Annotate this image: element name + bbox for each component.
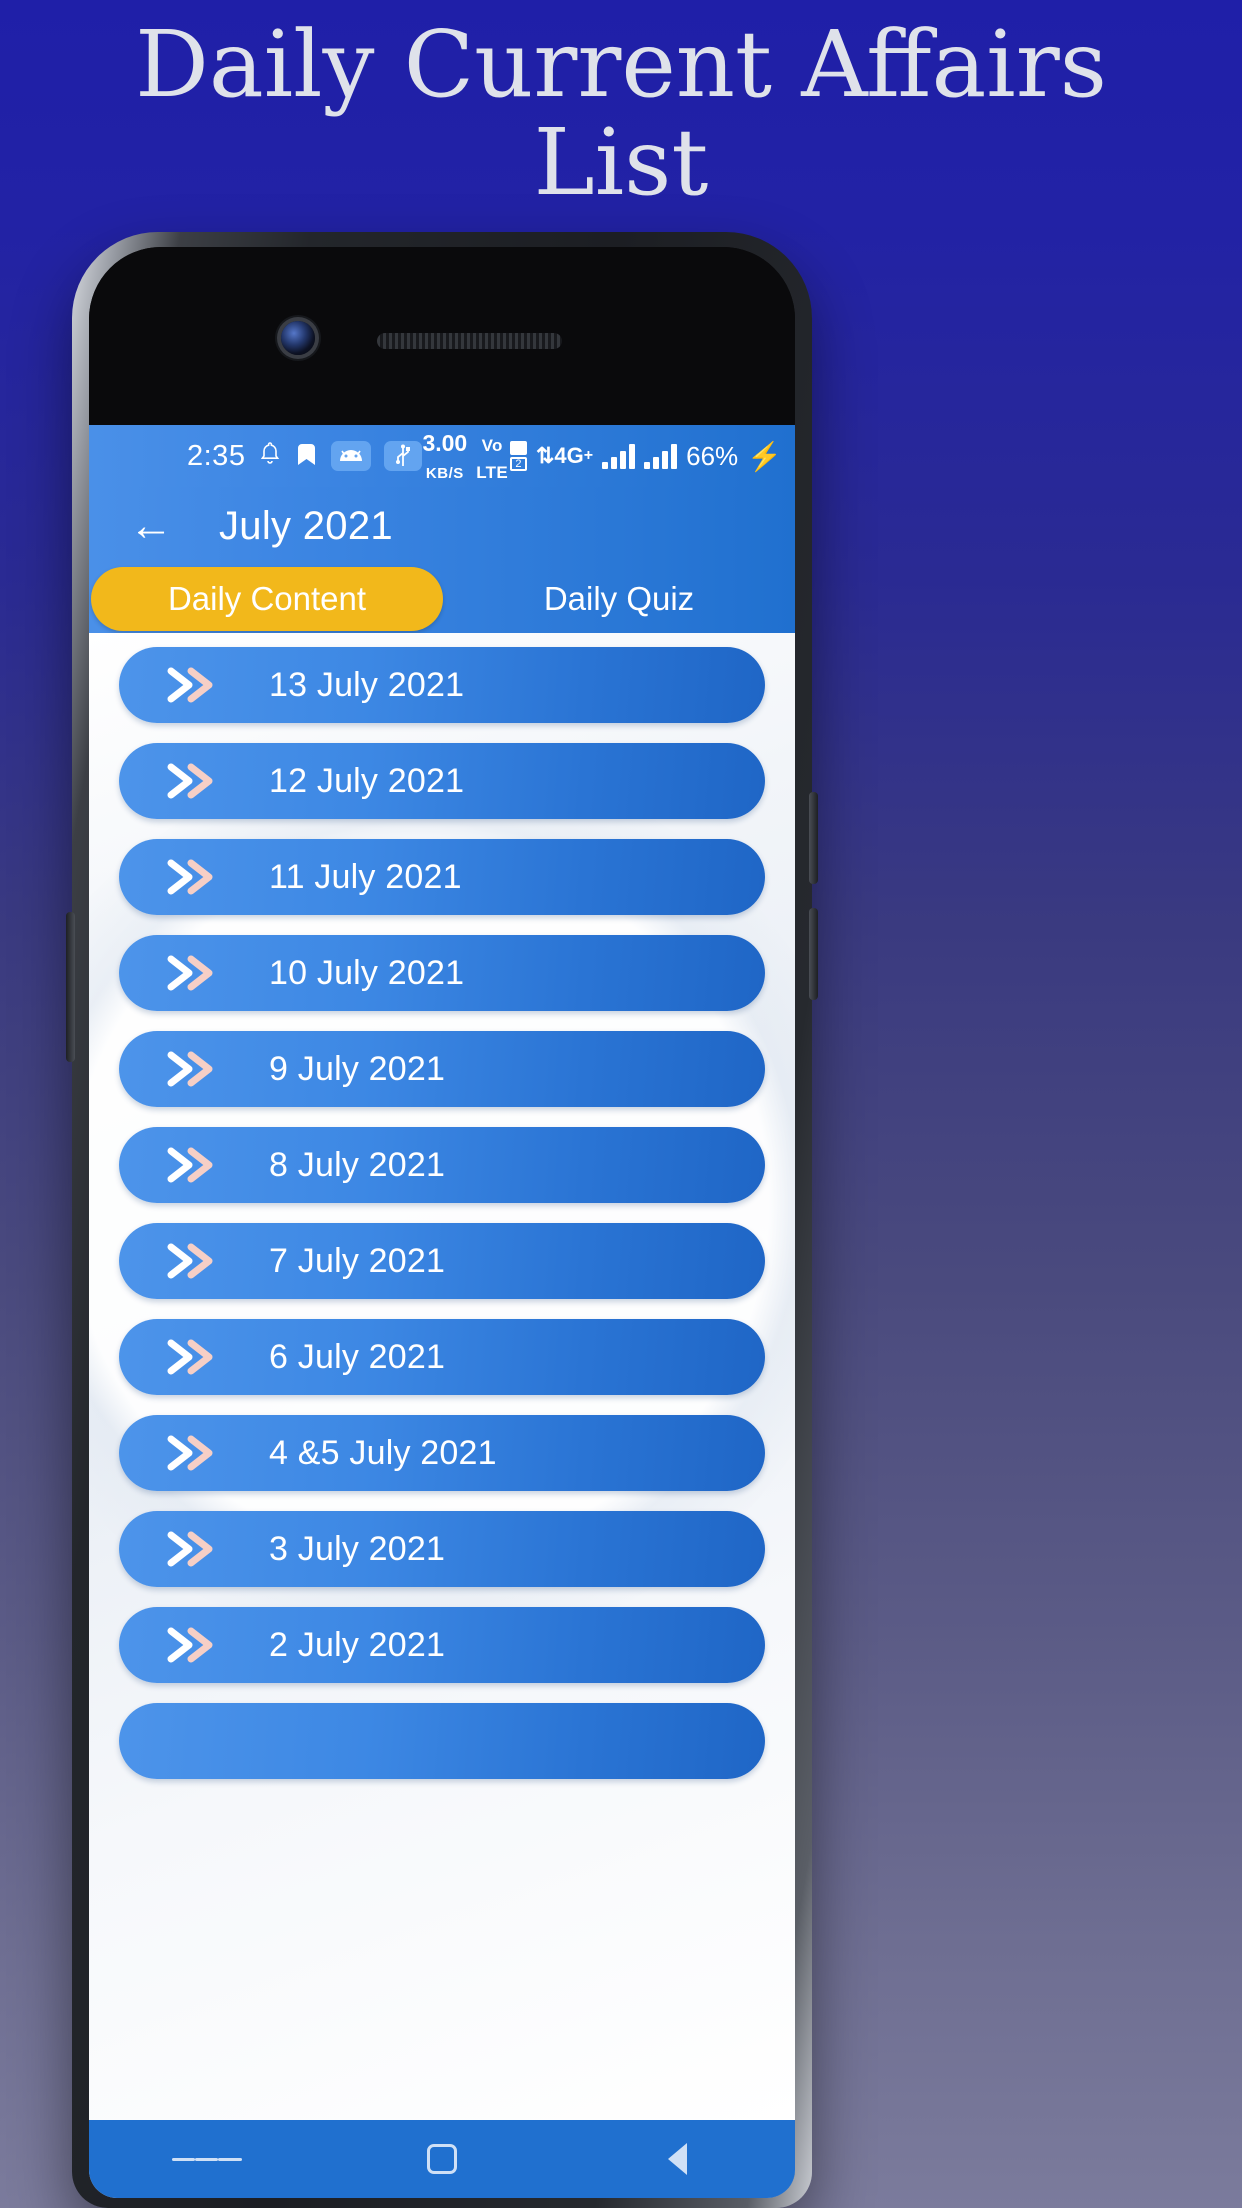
list-item-label: 2 July 2021 (269, 1625, 446, 1664)
status-clock: 2:35 (187, 439, 246, 472)
volume-down-button[interactable] (809, 908, 818, 1000)
volte-indicator: Vo LTE 2 (476, 429, 527, 483)
double-chevron-icon (163, 1527, 225, 1571)
double-chevron-icon (163, 1431, 225, 1475)
earpiece-speaker (377, 333, 562, 349)
list-item-label: 6 July 2021 (269, 1337, 446, 1376)
double-chevron-icon (163, 1047, 225, 1091)
volte-label: Vo LTE (476, 429, 508, 483)
double-chevron-icon (163, 1719, 225, 1763)
list-item[interactable]: 4 &5 July 2021 (119, 1415, 765, 1491)
android-navigation-bar (89, 2120, 795, 2198)
list-item[interactable] (119, 1703, 765, 1779)
volte-bottom: LTE (476, 463, 508, 482)
volume-up-button[interactable] (809, 792, 818, 884)
list-item[interactable]: 3 July 2021 (119, 1511, 765, 1587)
power-button[interactable] (66, 912, 75, 1062)
page-title-line-2: List (533, 109, 709, 217)
list-item-label: 11 July 2021 (269, 857, 462, 896)
data-rate-indicator: 3.00 KB/S (422, 429, 467, 483)
signal-strength-sim2-icon (644, 443, 678, 469)
list-item-label: 7 July 2021 (269, 1241, 446, 1280)
page-title: Daily Current Affairs List (0, 11, 1242, 217)
list-item-label: 8 July 2021 (269, 1145, 446, 1184)
home-icon[interactable] (407, 2139, 477, 2179)
tab-daily-content[interactable]: Daily Content (91, 567, 443, 631)
charging-bolt-icon: ⚡ (747, 440, 783, 472)
list-item-label: 13 July 2021 (269, 665, 465, 704)
back-arrow-icon[interactable]: ← (123, 504, 179, 548)
double-chevron-icon (163, 1335, 225, 1379)
data-rate-unit: KB/S (425, 465, 464, 482)
status-bar-left: 2:35 (187, 439, 423, 473)
list-item[interactable]: 2 July 2021 (119, 1607, 765, 1683)
list-item[interactable]: 12 July 2021 (119, 743, 765, 819)
network-type-indicator: ⇅ 4G + (536, 443, 593, 469)
list-item[interactable]: 7 July 2021 (119, 1223, 765, 1299)
front-camera-icon (281, 321, 315, 355)
double-chevron-icon (163, 951, 225, 995)
status-bar: 2:35 3.00 KB/S Vo LTE 2 ⇅ 4G + 66% ⚡ (89, 425, 795, 487)
sim-slot-1 (509, 441, 527, 455)
date-list[interactable]: 13 July 2021 12 July 2021 11 July 2021 1… (89, 633, 795, 2120)
android-icon (331, 441, 372, 471)
double-chevron-icon (163, 1143, 225, 1187)
sim-slots: 2 (509, 441, 527, 471)
double-chevron-icon (163, 759, 225, 803)
double-chevron-icon (163, 663, 225, 707)
app-screen: 2:35 3.00 KB/S Vo LTE 2 ⇅ 4G + 66% ⚡ ← J… (89, 425, 795, 2198)
app-bar: ← July 2021 (89, 487, 795, 565)
bookmark-icon (295, 441, 318, 472)
network-arrows-icon: ⇅ (535, 443, 555, 468)
list-item-label: 3 July 2021 (269, 1529, 446, 1568)
bell-icon (258, 441, 282, 472)
phone-bezel-top (89, 247, 795, 425)
list-item[interactable]: 9 July 2021 (119, 1031, 765, 1107)
status-bar-right: 3.00 KB/S Vo LTE 2 ⇅ 4G + 66% ⚡ (422, 429, 782, 483)
network-type: 4G (554, 443, 584, 468)
list-item-label: 12 July 2021 (269, 761, 465, 800)
phone-mockup: 2:35 3.00 KB/S Vo LTE 2 ⇅ 4G + 66% ⚡ ← J… (66, 232, 818, 2208)
tab-daily-quiz[interactable]: Daily Quiz (443, 567, 795, 631)
list-item[interactable]: 11 July 2021 (119, 839, 765, 915)
list-item[interactable]: 10 July 2021 (119, 935, 765, 1011)
data-rate-value: 3.00 (422, 430, 468, 456)
page-title-line-1: Daily Current Affairs (135, 11, 1107, 118)
list-item-label: 9 July 2021 (269, 1049, 446, 1088)
list-item-label: 10 July 2021 (269, 953, 465, 992)
list-item[interactable]: 8 July 2021 (119, 1127, 765, 1203)
app-bar-title: July 2021 (219, 503, 393, 548)
list-item[interactable]: 6 July 2021 (119, 1319, 765, 1395)
sim-slot-2: 2 (509, 457, 527, 471)
network-plus: + (583, 447, 594, 464)
usb-icon (384, 441, 423, 471)
signal-strength-sim1-icon (602, 443, 636, 469)
tab-bar: Daily Content Daily Quiz (89, 565, 795, 633)
double-chevron-icon (163, 1623, 225, 1667)
list-item[interactable]: 13 July 2021 (119, 647, 765, 723)
phone-screen-frame: 2:35 3.00 KB/S Vo LTE 2 ⇅ 4G + 66% ⚡ ← J… (89, 247, 795, 2198)
list-item-label: 4 &5 July 2021 (269, 1433, 497, 1472)
double-chevron-icon (163, 855, 225, 899)
battery-percent: 66% (686, 440, 739, 471)
menu-icon[interactable] (171, 2139, 242, 2179)
double-chevron-icon (163, 1239, 225, 1283)
volte-top: Vo (481, 436, 503, 455)
back-icon[interactable] (642, 2139, 712, 2179)
